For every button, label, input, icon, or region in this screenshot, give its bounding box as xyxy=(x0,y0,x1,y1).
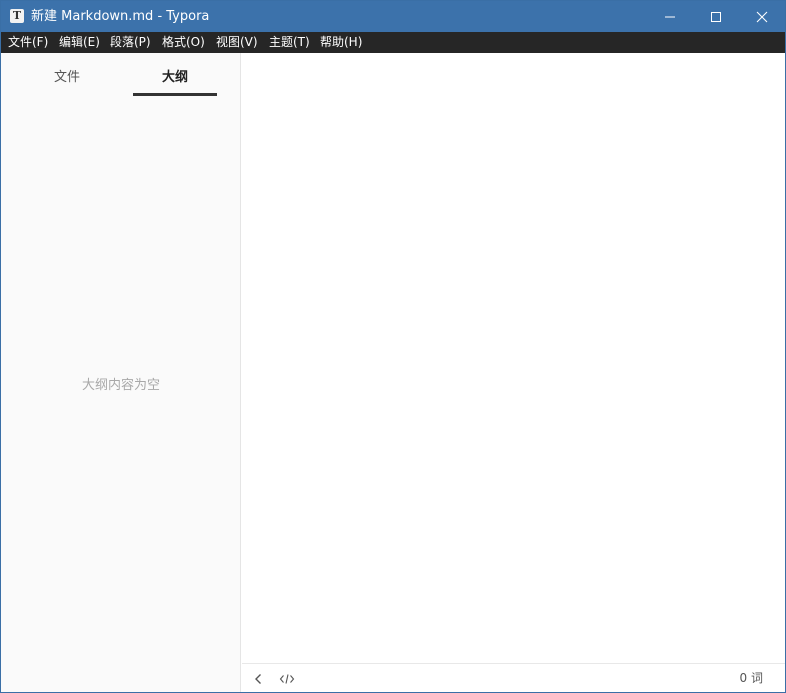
minimize-icon xyxy=(665,16,675,18)
toggle-sidebar-button[interactable] xyxy=(250,670,268,688)
title-bar[interactable]: T 新建 Markdown.md - Typora xyxy=(1,1,785,32)
menu-file[interactable]: 文件(F) xyxy=(8,32,48,53)
editor-area[interactable] xyxy=(242,53,785,663)
code-icon xyxy=(279,674,295,684)
tab-outline[interactable]: 大纲 xyxy=(133,67,217,89)
minimize-button[interactable] xyxy=(647,1,693,32)
menu-paragraph[interactable]: 段落(P) xyxy=(110,32,151,53)
source-code-mode-button[interactable] xyxy=(278,670,296,688)
typora-window: T 新建 Markdown.md - Typora 文件(F) 编辑(E) 段落… xyxy=(0,0,786,693)
close-button[interactable] xyxy=(739,1,785,32)
status-bar: 0 词 xyxy=(242,663,785,692)
tab-files[interactable]: 文件 xyxy=(27,67,107,89)
sidebar: 文件 大纲 大纲内容为空 xyxy=(1,53,241,692)
chevron-left-icon xyxy=(255,674,261,684)
word-count[interactable]: 0 词 xyxy=(740,664,763,693)
app-icon-glyph: T xyxy=(12,9,22,22)
maximize-button[interactable] xyxy=(693,1,739,32)
menu-format[interactable]: 格式(O) xyxy=(162,32,205,53)
menu-edit[interactable]: 编辑(E) xyxy=(59,32,100,53)
active-tab-indicator xyxy=(133,93,217,96)
close-icon xyxy=(756,11,768,23)
window-title: 新建 Markdown.md - Typora xyxy=(31,9,210,24)
maximize-icon xyxy=(711,12,721,22)
menu-themes[interactable]: 主题(T) xyxy=(269,32,310,53)
outline-empty-message: 大纲内容为空 xyxy=(81,378,160,393)
menu-view[interactable]: 视图(V) xyxy=(216,32,258,53)
menu-help[interactable]: 帮助(H) xyxy=(320,32,362,53)
menu-bar: 文件(F) 编辑(E) 段落(P) 格式(O) 视图(V) 主题(T) 帮助(H… xyxy=(1,32,785,53)
typora-app-icon[interactable]: T xyxy=(10,9,24,23)
